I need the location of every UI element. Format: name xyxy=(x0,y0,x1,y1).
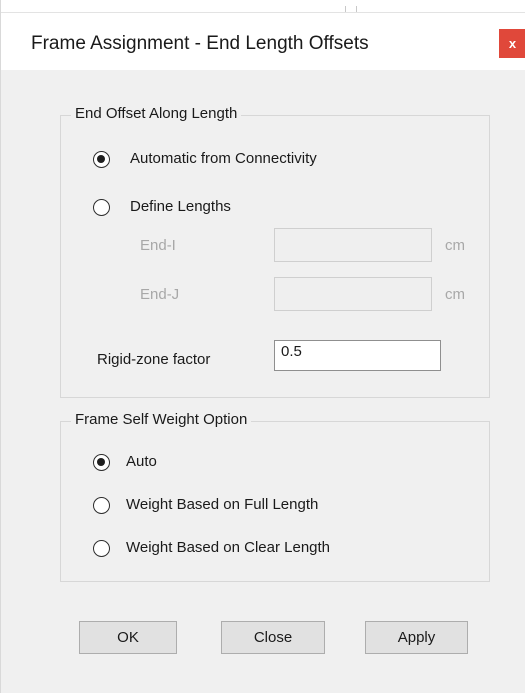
label-end-i: End-I xyxy=(140,237,176,254)
end-j-input[interactable] xyxy=(274,277,432,311)
label-automatic-from-connectivity: Automatic from Connectivity xyxy=(130,150,317,167)
dialog-window: Frame Assignment - End Length Offsets x … xyxy=(0,0,525,693)
apply-button[interactable]: Apply xyxy=(365,621,468,654)
radio-automatic-from-connectivity[interactable] xyxy=(93,151,110,168)
label-define-lengths: Define Lengths xyxy=(130,198,231,215)
apply-button-label: Apply xyxy=(397,629,436,646)
label-weight-full-length: Weight Based on Full Length xyxy=(126,496,319,513)
label-rigid-zone-factor: Rigid-zone factor xyxy=(97,351,211,368)
close-button[interactable]: Close xyxy=(221,621,325,654)
top-divider xyxy=(1,12,525,13)
radio-selected-dot xyxy=(97,458,105,466)
radio-auto[interactable] xyxy=(93,454,110,471)
close-button-label: Close xyxy=(253,629,293,646)
close-window-button[interactable]: x xyxy=(499,29,525,58)
close-icon: x xyxy=(508,36,517,51)
label-end-j: End-J xyxy=(140,286,180,303)
rigid-zone-factor-input[interactable]: 0.5 xyxy=(274,340,441,371)
top-edge-mark xyxy=(345,6,357,12)
end-offset-legend: End Offset Along Length xyxy=(71,105,242,122)
end-i-unit: cm xyxy=(445,237,465,254)
end-j-unit: cm xyxy=(445,286,465,303)
radio-weight-clear-length[interactable] xyxy=(93,540,110,557)
dialog-title: Frame Assignment - End Length Offsets xyxy=(31,33,369,54)
label-weight-clear-length: Weight Based on Clear Length xyxy=(126,539,331,556)
ok-button[interactable]: OK xyxy=(79,621,177,654)
radio-selected-dot xyxy=(97,155,105,163)
label-auto: Auto xyxy=(126,453,157,470)
radio-define-lengths[interactable] xyxy=(93,199,110,216)
self-weight-legend: Frame Self Weight Option xyxy=(71,411,252,428)
end-i-input[interactable] xyxy=(274,228,432,262)
ok-button-label: OK xyxy=(117,629,139,646)
radio-weight-full-length[interactable] xyxy=(93,497,110,514)
